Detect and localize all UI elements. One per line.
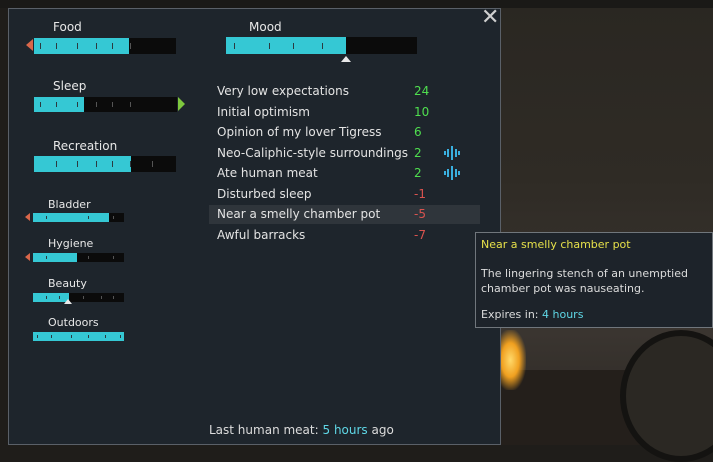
need-bar-outdoors[interactable] bbox=[33, 332, 124, 341]
thought-row[interactable]: Neo-Caliphic-style surroundings 2 bbox=[209, 144, 480, 163]
thought-row[interactable]: Disturbed sleep -1 bbox=[209, 185, 480, 204]
thought-tooltip: Near a smelly chamber pot The lingering … bbox=[475, 232, 713, 328]
thought-row[interactable]: Opinion of my lover Tigress 6 bbox=[209, 123, 480, 142]
thought-row[interactable]: Awful barracks -7 bbox=[209, 226, 480, 245]
need-label-outdoors: Outdoors bbox=[48, 316, 99, 329]
thought-mood-value: 2 bbox=[414, 166, 422, 180]
need-label-beauty: Beauty bbox=[48, 277, 87, 290]
trend-up-arrow-icon bbox=[178, 97, 185, 111]
ideology-icon[interactable] bbox=[444, 145, 460, 160]
mood-bar[interactable] bbox=[226, 37, 417, 54]
need-bar-hygiene[interactable] bbox=[33, 253, 124, 262]
thought-label: Ate human meat bbox=[217, 166, 318, 180]
mood-label: Mood bbox=[249, 20, 282, 34]
footer-prefix: Last human meat: bbox=[209, 423, 319, 437]
need-label-food: Food bbox=[53, 20, 82, 34]
need-label-sleep: Sleep bbox=[53, 79, 87, 93]
thought-mood-value: 2 bbox=[414, 145, 422, 160]
need-label-hygiene: Hygiene bbox=[48, 237, 94, 250]
trend-down-arrow-icon bbox=[26, 39, 33, 51]
thought-mood-value: -5 bbox=[414, 207, 426, 221]
thought-label: Very low expectations bbox=[217, 84, 349, 98]
last-meal-status: Last human meat: 5 hours ago bbox=[209, 423, 394, 437]
need-label-recreation: Recreation bbox=[53, 139, 118, 153]
need-bar-food[interactable] bbox=[34, 38, 176, 54]
mood-target-marker bbox=[341, 56, 351, 62]
footer-value: 5 hours bbox=[322, 423, 368, 437]
ideology-icon[interactable] bbox=[444, 166, 460, 180]
tooltip-title: Near a smelly chamber pot bbox=[481, 238, 631, 251]
thought-row[interactable]: Near a smelly chamber pot -5 bbox=[209, 205, 480, 224]
thought-mood-value: -1 bbox=[414, 186, 426, 201]
close-icon[interactable]: ✕ bbox=[481, 7, 499, 29]
tooltip-description: The lingering stench of an unemptied cha… bbox=[481, 267, 688, 295]
thought-mood-value: -7 bbox=[414, 227, 426, 242]
thought-row[interactable]: Ate human meat 2 bbox=[209, 164, 480, 183]
thought-row[interactable]: Very low expectations 24 bbox=[209, 82, 480, 101]
tooltip-expiry: Expires in: 4 hours bbox=[481, 308, 583, 321]
thought-mood-value: 6 bbox=[414, 125, 422, 139]
thought-label: Awful barracks bbox=[217, 227, 306, 242]
thought-label: Neo-Caliphic-style surroundings bbox=[217, 145, 408, 160]
need-label-bladder: Bladder bbox=[48, 198, 91, 211]
thought-label: Near a smelly chamber pot bbox=[217, 207, 381, 221]
need-bar-bladder[interactable] bbox=[33, 213, 124, 222]
thought-label: Initial optimism bbox=[217, 104, 310, 119]
beauty-threshold-marker bbox=[64, 299, 72, 304]
thought-mood-value: 24 bbox=[414, 84, 430, 98]
thought-label: Opinion of my lover Tigress bbox=[217, 125, 382, 139]
thought-row[interactable]: Initial optimism 10 bbox=[209, 103, 480, 122]
trend-down-arrow-icon bbox=[25, 213, 30, 221]
need-bar-recreation[interactable] bbox=[34, 156, 176, 172]
footer-suffix: ago bbox=[371, 423, 394, 437]
thought-label: Disturbed sleep bbox=[217, 186, 312, 201]
need-bar-beauty[interactable] bbox=[33, 293, 124, 302]
thought-mood-value: 10 bbox=[414, 104, 430, 119]
tooltip-expires-label: Expires in: bbox=[481, 308, 539, 321]
tooltip-expires-value: 4 hours bbox=[542, 308, 584, 321]
trend-down-arrow-icon bbox=[25, 253, 30, 261]
need-bar-sleep[interactable] bbox=[34, 97, 177, 112]
